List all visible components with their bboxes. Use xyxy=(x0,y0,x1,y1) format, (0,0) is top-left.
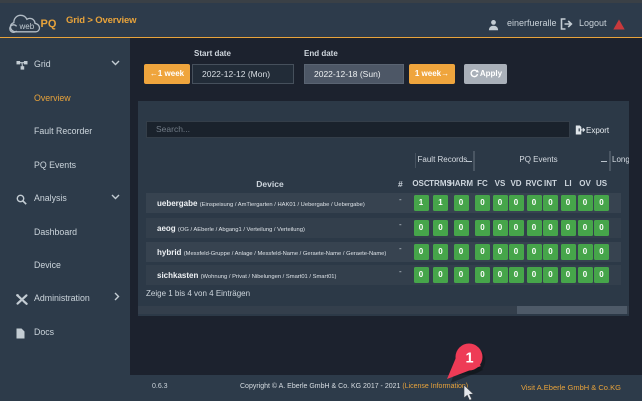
svg-text:1: 1 xyxy=(465,351,473,367)
